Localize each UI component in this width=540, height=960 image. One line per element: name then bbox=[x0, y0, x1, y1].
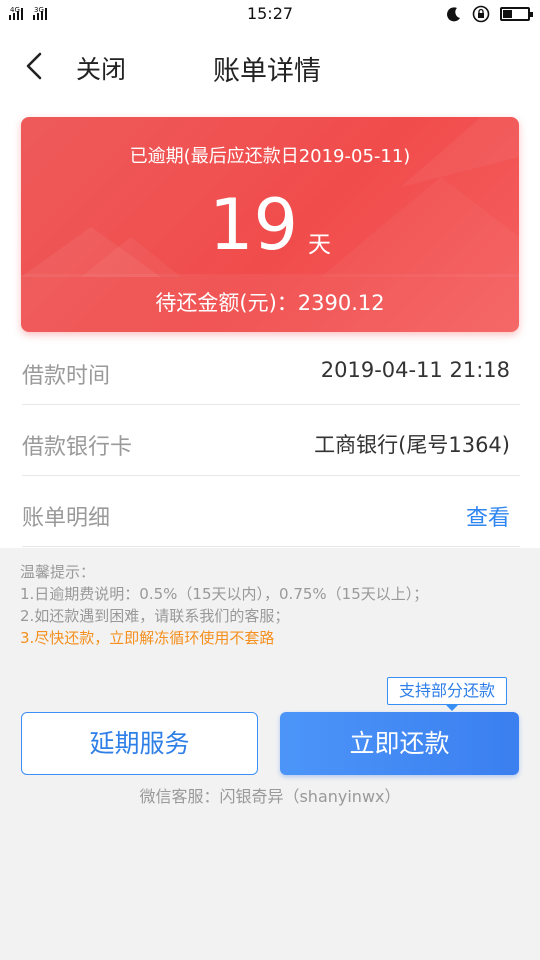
view-bill-detail-link[interactable]: 查看 bbox=[466, 500, 510, 532]
partial-repayment-tag: 支持部分还款 bbox=[387, 677, 507, 711]
page-title: 账单详情 bbox=[213, 56, 321, 87]
row-bill-detail: 账单明细 查看 bbox=[22, 476, 520, 547]
row-label: 账单明细 bbox=[22, 506, 111, 531]
battery-icon bbox=[500, 7, 533, 21]
tips-line-1: 1.日逾期费说明：0.5%（15天以内），0.75%（15天以上）； bbox=[20, 585, 429, 603]
row-value: 工商银行(尾号1364) bbox=[314, 433, 510, 457]
close-button[interactable]: 关闭 bbox=[76, 50, 126, 86]
row-bank-card: 借款银行卡 工商银行(尾号1364) bbox=[22, 405, 520, 476]
moon-icon bbox=[447, 7, 460, 22]
extend-service-button[interactable]: 延期服务 bbox=[21, 712, 258, 775]
status-bar: 4G 3G 15:27 bbox=[0, 0, 540, 28]
chevron-left-icon[interactable] bbox=[18, 48, 54, 84]
repay-now-button[interactable]: 立即还款 bbox=[280, 712, 519, 775]
rotation-lock-icon bbox=[472, 5, 490, 23]
wechat-service-text: 微信客服：闪银奇异（shanyinwx） bbox=[139, 787, 401, 806]
overdue-days-unit: 天 bbox=[308, 232, 332, 258]
overdue-due-date: 已逾期(最后应还款日2019-05-11) bbox=[129, 146, 411, 167]
nav-bar: 关闭 账单详情 bbox=[0, 28, 540, 104]
row-label: 借款时间 bbox=[22, 364, 111, 389]
tips-line-3: 3.尽快还款，立即解冻循环使用不套路 bbox=[20, 629, 275, 647]
overdue-days: 19 天 bbox=[21, 185, 519, 265]
tips-title: 温馨提示： bbox=[20, 563, 96, 581]
row-label: 借款银行卡 bbox=[22, 435, 133, 460]
overdue-card: 已逾期(最后应还款日2019-05-11) 19 天 待还金额(元)：2390.1… bbox=[21, 117, 519, 332]
overdue-days-count: 19 bbox=[208, 184, 299, 266]
tips-line-2: 2.如还款遇到困难，请联系我们的客服； bbox=[20, 607, 290, 625]
row-loan-time: 借款时间 2019-04-11 21:18 bbox=[22, 334, 520, 405]
row-value: 2019-04-11 21:18 bbox=[320, 358, 510, 382]
tips-section: 温馨提示： 1.日逾期费说明：0.5%（15天以内），0.75%（15天以上）；… bbox=[20, 561, 520, 649]
outstanding-amount: 待还金额(元)：2390.12 bbox=[155, 291, 385, 315]
